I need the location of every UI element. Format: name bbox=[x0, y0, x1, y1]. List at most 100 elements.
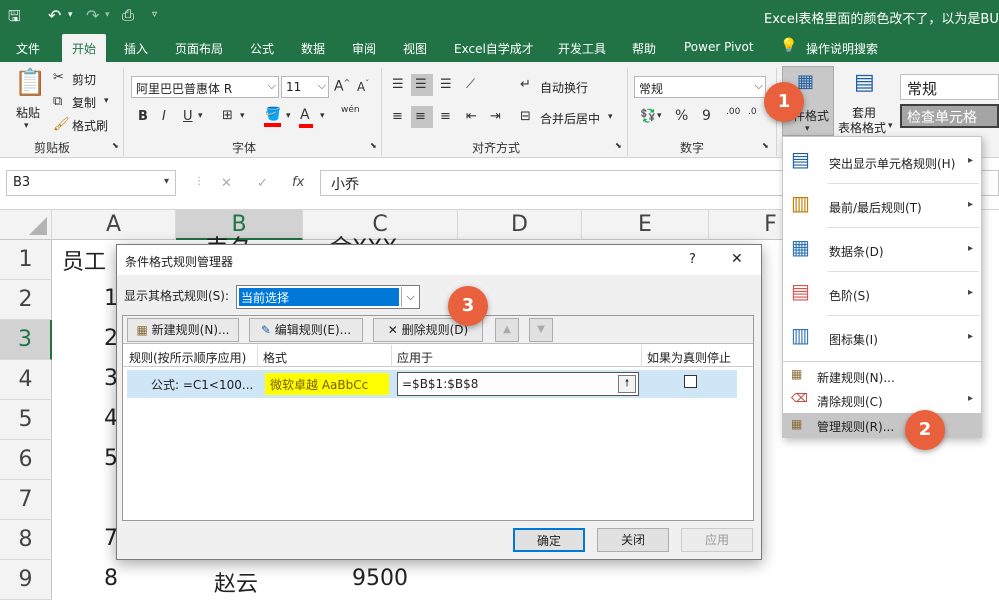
merge-center-icon[interactable]: ⊟ bbox=[520, 110, 531, 123]
redo-icon[interactable]: ↷ bbox=[86, 8, 99, 24]
save-icon[interactable]: 🖫 bbox=[8, 9, 21, 24]
copy-button[interactable]: 复制 bbox=[72, 94, 96, 111]
menu-item-highlight-rules[interactable]: ▤ 突出显示单元格规则(H) ▸ bbox=[783, 141, 981, 181]
chevron-down-icon[interactable]: ▾ bbox=[888, 122, 893, 131]
row-header-1[interactable]: 1 bbox=[0, 240, 52, 280]
name-box[interactable]: B3 ▾ bbox=[6, 170, 176, 196]
cell-a9[interactable]: 8 bbox=[104, 566, 118, 591]
column-header-a[interactable]: A bbox=[52, 210, 176, 240]
fill-color-icon[interactable]: 🪣 bbox=[265, 108, 281, 121]
menu-item-top-bottom-rules[interactable]: ▥ 最前/最后规则(T) ▸ bbox=[783, 185, 981, 225]
stop-if-true-checkbox[interactable] bbox=[684, 375, 697, 388]
wrap-text-button[interactable]: 自动换行 bbox=[540, 79, 588, 96]
close-button[interactable]: 关闭 bbox=[597, 528, 669, 552]
rule-row[interactable]: 公式: =C1<100... 微软卓越 AaBbCc =$B$1:$B$8 🠕 bbox=[127, 370, 737, 398]
cell-b9[interactable]: 赵云 bbox=[214, 566, 258, 598]
tab-developer[interactable]: 开发工具 bbox=[558, 40, 606, 57]
align-right-icon[interactable]: ≡ bbox=[440, 110, 451, 123]
wrap-text-icon[interactable]: ↵ bbox=[520, 78, 531, 91]
undo-dropdown-icon[interactable]: ▾ bbox=[68, 11, 73, 20]
borders-icon[interactable]: ⊞ bbox=[222, 109, 233, 122]
format-painter-button[interactable]: 格式刷 bbox=[72, 117, 108, 134]
merge-center-button[interactable]: 合并后居中 bbox=[540, 110, 600, 127]
copy-icon[interactable]: ⧉ bbox=[53, 95, 62, 108]
tab-view[interactable]: 视图 bbox=[403, 40, 427, 57]
merge-dropdown-icon[interactable]: ▾ bbox=[608, 113, 613, 122]
grow-font-icon[interactable]: A^ bbox=[334, 79, 350, 94]
fill-color-dropdown-icon[interactable]: ▾ bbox=[286, 112, 291, 121]
print-preview-icon[interactable]: ⎙ bbox=[122, 8, 134, 23]
dialog-title-bar[interactable]: 条件格式规则管理器 ? ✕ bbox=[117, 245, 761, 275]
move-up-button[interactable]: ▲ bbox=[495, 318, 519, 342]
underline-dropdown-icon[interactable]: ▾ bbox=[198, 112, 203, 121]
column-header-d[interactable]: D bbox=[458, 210, 582, 240]
cell-a1[interactable]: 员工 bbox=[62, 244, 106, 276]
insert-function-icon[interactable]: fx bbox=[292, 175, 304, 190]
tab-page-layout[interactable]: 页面布局 bbox=[175, 40, 223, 57]
borders-dropdown-icon[interactable]: ▾ bbox=[240, 112, 245, 121]
underline-button[interactable]: U bbox=[183, 110, 193, 123]
apply-button[interactable]: 应用 bbox=[681, 528, 753, 552]
decrease-indent-icon[interactable]: ⇤ bbox=[466, 110, 477, 123]
dialog-close-icon[interactable]: ✕ bbox=[731, 251, 743, 267]
accounting-format-icon[interactable]: 💱 bbox=[640, 110, 656, 123]
cut-button[interactable]: 剪切 bbox=[72, 71, 96, 88]
cancel-icon[interactable]: ✕ bbox=[221, 177, 232, 190]
bold-button[interactable]: B bbox=[138, 110, 148, 123]
menu-item-manage-rules[interactable]: ▦ 管理规则(R)... bbox=[783, 413, 981, 437]
collapse-dialog-icon[interactable]: 🠕 bbox=[618, 375, 636, 393]
help-button[interactable]: ? bbox=[689, 252, 696, 267]
edit-rule-button[interactable]: ✎ 编辑规则(E)... bbox=[249, 318, 363, 342]
align-left-icon[interactable]: ≡ bbox=[392, 110, 403, 123]
accounting-dropdown-icon[interactable]: ▾ bbox=[657, 112, 662, 121]
align-center-icon[interactable]: ≡ bbox=[415, 110, 426, 123]
menu-item-icon-sets[interactable]: ▥ 图标集(I) ▸ bbox=[783, 317, 981, 357]
applies-to-input[interactable]: =$B$1:$B$8 🠕 bbox=[397, 372, 639, 396]
comma-style-icon[interactable]: 9 bbox=[702, 109, 711, 123]
row-header-3[interactable]: 3 bbox=[0, 320, 52, 360]
style-check-cell[interactable]: 检查单元格 bbox=[900, 104, 999, 128]
font-name-combo[interactable]: 阿里巴巴普惠体 R ⌵ bbox=[131, 76, 279, 98]
tell-me-search[interactable]: 操作说明搜索 bbox=[806, 40, 878, 57]
paste-dropdown-icon[interactable]: ▾ bbox=[24, 122, 29, 131]
decrease-decimal-icon[interactable]: .0 bbox=[748, 108, 757, 117]
style-normal[interactable]: 常规 bbox=[900, 74, 999, 100]
align-top-icon[interactable]: ☰ bbox=[392, 78, 404, 91]
menu-item-color-scales[interactable]: ▤ 色阶(S) ▸ bbox=[783, 273, 981, 313]
tab-data[interactable]: 数据 bbox=[301, 40, 325, 57]
tab-review[interactable]: 审阅 bbox=[352, 40, 376, 57]
font-color-icon[interactable]: A bbox=[300, 108, 310, 122]
format-as-table-line2[interactable]: 表格格式 bbox=[838, 119, 886, 136]
tab-excel-self-study[interactable]: Excel自学成才 bbox=[454, 40, 534, 57]
drag-handle-icon[interactable]: ⋮ bbox=[194, 176, 204, 187]
ok-button[interactable]: 确定 bbox=[513, 528, 585, 552]
number-launcher-icon[interactable]: ⬊ bbox=[762, 142, 769, 150]
tab-file[interactable]: 文件 bbox=[16, 40, 40, 57]
show-rules-select[interactable]: 当前选择 ⌵ bbox=[236, 285, 420, 309]
percent-style-icon[interactable]: % bbox=[675, 109, 688, 123]
menu-item-clear-rules[interactable]: ⌫ 清除规则(C) ▸ bbox=[783, 389, 981, 411]
increase-indent-icon[interactable]: ⇥ bbox=[490, 110, 501, 123]
tab-formulas[interactable]: 公式 bbox=[250, 40, 274, 57]
row-header-6[interactable]: 6 bbox=[0, 440, 52, 480]
align-bottom-icon[interactable]: ☰ bbox=[440, 78, 452, 91]
format-as-table-icon[interactable]: ▤ bbox=[854, 72, 875, 94]
customize-icon[interactable]: ▿ bbox=[152, 10, 157, 20]
number-format-combo[interactable]: 常规 ⌵ bbox=[634, 76, 766, 98]
new-rule-button[interactable]: ▦ 新建规则(N)... bbox=[127, 318, 239, 342]
orientation-icon[interactable]: ⟋ bbox=[466, 78, 475, 91]
italic-button[interactable]: I bbox=[162, 110, 166, 123]
tab-power-pivot[interactable]: Power Pivot bbox=[684, 40, 754, 54]
row-header-4[interactable]: 4 bbox=[0, 360, 52, 400]
font-size-combo[interactable]: 11 ⌵ bbox=[281, 76, 329, 98]
format-painter-icon[interactable]: 🖌 bbox=[53, 118, 70, 131]
row-header-5[interactable]: 5 bbox=[0, 400, 52, 440]
tab-insert[interactable]: 插入 bbox=[124, 40, 148, 57]
clipboard-launcher-icon[interactable]: ⬊ bbox=[112, 142, 119, 150]
row-header-7[interactable]: 7 bbox=[0, 480, 52, 520]
font-color-dropdown-icon[interactable]: ▾ bbox=[320, 112, 325, 121]
menu-item-data-bars[interactable]: ▦ 数据条(D) ▸ bbox=[783, 229, 981, 269]
undo-icon[interactable]: ↶ bbox=[48, 8, 61, 24]
tab-home[interactable]: 开始 bbox=[62, 34, 107, 62]
copy-dropdown-icon[interactable]: ▾ bbox=[104, 97, 109, 106]
